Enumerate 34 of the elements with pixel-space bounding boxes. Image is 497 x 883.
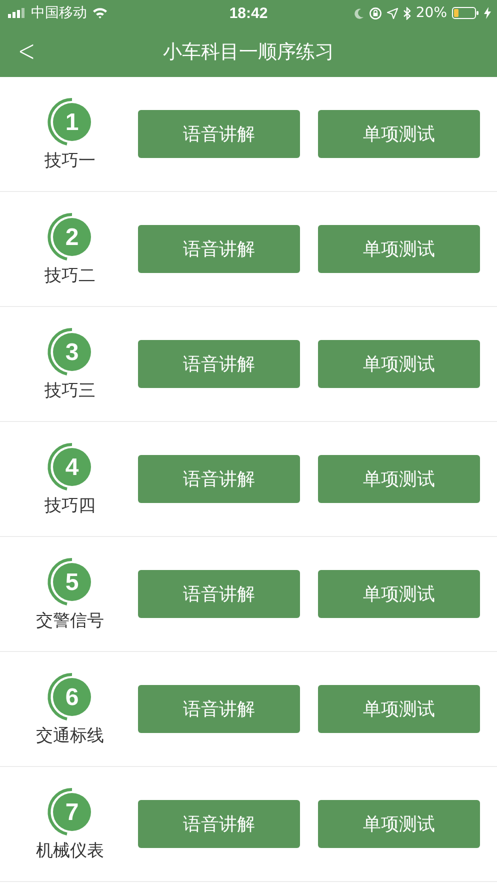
action-button[interactable]: 单项测试 <box>318 225 480 273</box>
action-button[interactable]: 单项测试 <box>318 340 480 388</box>
action-button[interactable]: 语音讲解 <box>138 685 300 733</box>
bluetooth-icon <box>402 6 411 20</box>
battery-percent: 20% <box>416 5 447 21</box>
charging-icon <box>484 7 491 19</box>
skill-name: 交通标线 <box>36 724 104 746</box>
action-button[interactable]: 语音讲解 <box>138 340 300 388</box>
skill-name: 技巧一 <box>44 150 96 172</box>
wifi-icon <box>92 7 108 19</box>
skill-name: 机械仪表 <box>36 840 104 862</box>
status-time: 18:42 <box>229 4 268 22</box>
page-title: 小车科目一顺序练习 <box>163 40 334 64</box>
skill-name: 技巧四 <box>44 494 96 516</box>
carrier-name: 中国移动 <box>31 4 87 22</box>
skill-name: 交警信号 <box>36 610 104 632</box>
location-icon <box>386 8 398 18</box>
action-button[interactable]: 语音讲解 <box>138 225 300 273</box>
rotation-lock-icon <box>368 6 382 20</box>
action-button[interactable]: 单项测试 <box>318 570 480 618</box>
action-button[interactable]: 语音讲解 <box>138 800 300 848</box>
skill-name: 技巧三 <box>44 380 96 402</box>
action-button[interactable]: 语音讲解 <box>138 110 300 158</box>
action-button[interactable]: 单项测试 <box>318 110 480 158</box>
action-button[interactable]: 单项测试 <box>318 455 480 503</box>
signal-icon <box>8 8 26 18</box>
action-button[interactable]: 单项测试 <box>318 685 480 733</box>
action-button[interactable]: 语音讲解 <box>138 570 300 618</box>
skill-name: 技巧二 <box>44 264 96 286</box>
action-button[interactable]: 单项测试 <box>318 800 480 848</box>
back-button[interactable]: < <box>18 36 36 66</box>
moon-icon <box>354 8 364 18</box>
battery-icon <box>452 7 479 19</box>
action-button[interactable]: 语音讲解 <box>138 455 300 503</box>
